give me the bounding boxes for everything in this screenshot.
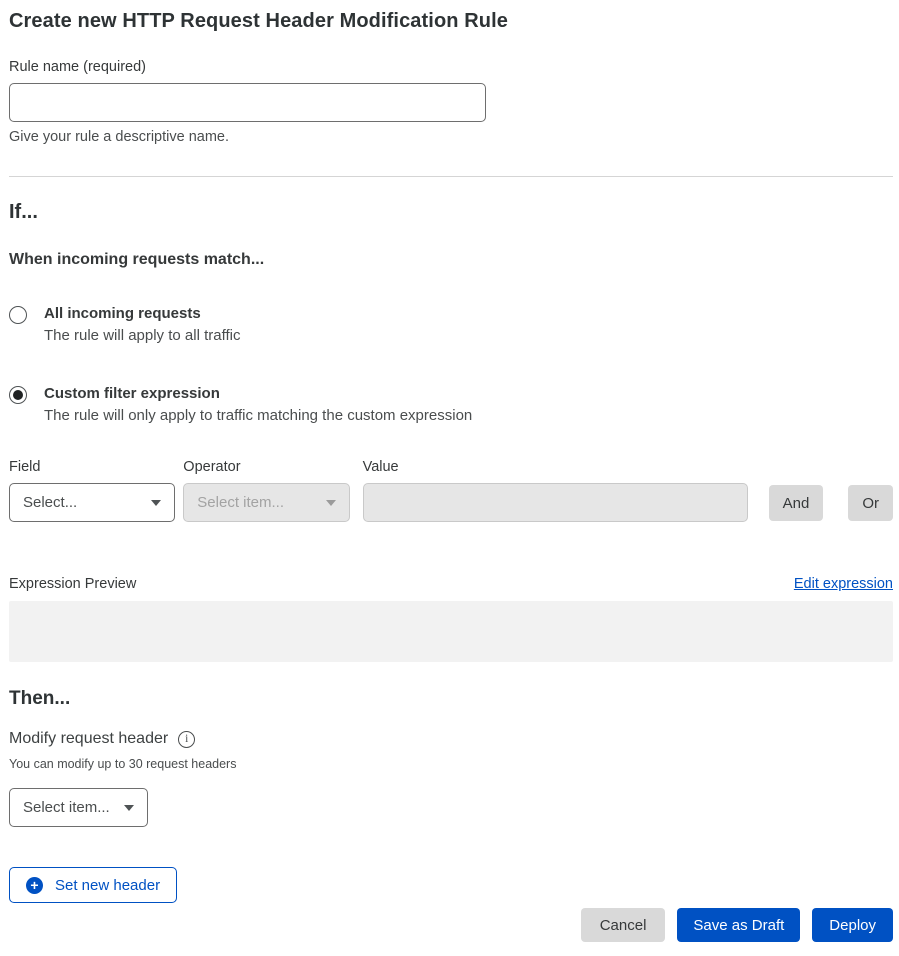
radio-option-all-incoming[interactable]: All incoming requests The rule will appl… [9, 305, 893, 344]
match-subheading: When incoming requests match... [9, 251, 893, 269]
operator-label: Operator [183, 459, 349, 475]
expression-builder-row: Field Select... Operator Select item... … [9, 459, 893, 522]
create-rule-page: Create new HTTP Request Header Modificat… [0, 0, 899, 942]
operator-select: Select item... [183, 483, 349, 522]
radio-description: The rule will only apply to traffic matc… [44, 407, 472, 424]
header-item-select-value: Select item... [23, 799, 110, 816]
rule-name-group: Rule name (required) Give your rule a de… [9, 59, 893, 145]
then-heading: Then... [9, 688, 893, 710]
and-button[interactable]: And [769, 485, 824, 521]
radio-description: The rule will apply to all traffic [44, 327, 240, 344]
footer-actions: Cancel Save as Draft Deploy [9, 908, 893, 942]
modify-request-header-label: Modify request header [9, 730, 168, 748]
edit-expression-link[interactable]: Edit expression [794, 576, 893, 592]
header-limit-helper: You can modify up to 30 request headers [9, 757, 893, 771]
radio-option-custom-filter[interactable]: Custom filter expression The rule will o… [9, 385, 893, 424]
or-button[interactable]: Or [848, 485, 893, 521]
expression-preview-label: Expression Preview [9, 576, 136, 592]
if-heading: If... [9, 201, 893, 224]
rule-name-helper: Give your rule a descriptive name. [9, 129, 893, 145]
page-title: Create new HTTP Request Header Modificat… [9, 10, 893, 33]
radio-label: All incoming requests [44, 305, 240, 322]
chevron-down-icon [326, 500, 336, 506]
save-as-draft-button[interactable]: Save as Draft [677, 908, 800, 942]
radio-label: Custom filter expression [44, 385, 472, 402]
cancel-button[interactable]: Cancel [581, 908, 666, 942]
radio-button-unselected[interactable] [9, 306, 27, 324]
field-label: Field [9, 459, 175, 475]
plus-circle-icon: + [26, 877, 43, 894]
chevron-down-icon [124, 805, 134, 811]
info-icon[interactable]: i [178, 731, 195, 748]
radio-button-selected[interactable] [9, 386, 27, 404]
expression-preview-box [9, 601, 893, 662]
value-input [363, 483, 748, 522]
chevron-down-icon [151, 500, 161, 506]
operator-select-value: Select item... [197, 494, 284, 511]
field-select-value: Select... [23, 494, 77, 511]
deploy-button[interactable]: Deploy [812, 908, 893, 942]
section-divider [9, 176, 893, 177]
rule-name-input[interactable] [9, 83, 486, 122]
header-item-select[interactable]: Select item... [9, 788, 148, 827]
expression-preview-header: Expression Preview Edit expression [9, 576, 893, 592]
set-new-header-label: Set new header [55, 877, 160, 894]
set-new-header-button[interactable]: + Set new header [9, 867, 177, 903]
value-label: Value [363, 459, 748, 475]
field-select[interactable]: Select... [9, 483, 175, 522]
rule-name-label: Rule name (required) [9, 59, 893, 75]
